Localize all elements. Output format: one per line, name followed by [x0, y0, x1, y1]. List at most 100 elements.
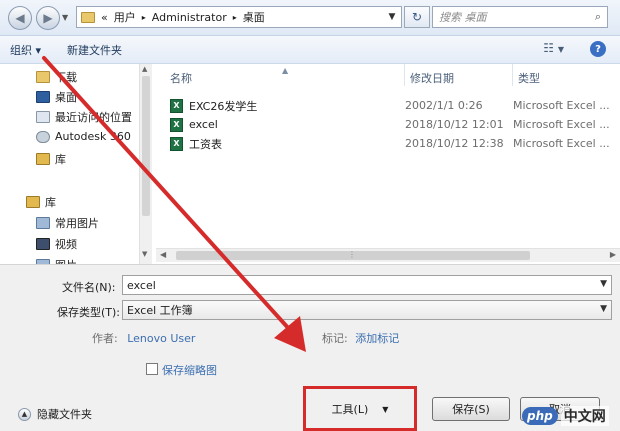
nav-item-recent-places[interactable]: 最近访问的位置: [36, 109, 132, 125]
scroll-thumb[interactable]: [142, 76, 150, 216]
change-view-button[interactable]: ☷ ▼: [543, 41, 564, 55]
file-list-horizontal-scrollbar[interactable]: ◀ ⋮ ▶: [156, 248, 620, 262]
breadcrumb-administrator[interactable]: Administrator: [152, 11, 227, 24]
file-name: excel: [189, 118, 218, 131]
autodesk-cloud-icon: [36, 130, 50, 143]
file-date: 2018/10/12 12:38: [405, 137, 504, 150]
save-button[interactable]: 保存(S): [432, 397, 510, 421]
scroll-right-icon[interactable]: ▶: [610, 250, 616, 259]
folder-icon: [81, 11, 95, 23]
author-value[interactable]: Lenovo User: [127, 332, 195, 345]
file-type: Microsoft Excel ...: [513, 99, 610, 112]
nav-pane-scrollbar[interactable]: ▲ ▼: [139, 64, 152, 264]
back-button[interactable]: ◀: [8, 6, 32, 30]
view-dropdown-icon: ▼: [557, 45, 564, 54]
back-arrow-icon: ◀: [15, 11, 25, 25]
search-placeholder: 搜索 桌面: [439, 11, 487, 24]
collapse-chevron-icon: ▲: [18, 407, 31, 421]
nav-item-videos[interactable]: 视频: [36, 236, 77, 252]
column-header-date[interactable]: 修改日期: [410, 70, 454, 86]
breadcrumb-users[interactable]: 用户: [114, 9, 136, 25]
nav-item-library[interactable]: 库: [36, 151, 66, 167]
filename-label: 文件名(N):: [62, 281, 116, 294]
filetype-dropdown-icon[interactable]: ▼: [600, 304, 607, 314]
file-date: 2002/1/1 0:26: [405, 99, 483, 112]
pictures-icon: [36, 217, 50, 229]
excel-file-icon: X: [170, 98, 183, 113]
desktop-icon: [36, 91, 50, 103]
view-list-icon: ☷: [543, 41, 555, 55]
save-thumbnail-label[interactable]: 保存缩略图: [162, 362, 217, 378]
filetype-select[interactable]: Excel 工作簿 ▼: [122, 300, 612, 320]
nav-group-libraries[interactable]: 库: [26, 194, 56, 210]
file-type: Microsoft Excel ...: [513, 118, 610, 131]
recent-places-icon: [36, 111, 50, 123]
author-field: 作者: Lenovo User: [92, 330, 195, 346]
file-list: 名称 修改日期 类型: [156, 64, 620, 264]
file-type: Microsoft Excel ...: [513, 137, 610, 150]
column-header-type[interactable]: 类型: [518, 70, 540, 86]
excel-file-icon: X: [170, 117, 183, 132]
scroll-down-icon[interactable]: ▼: [142, 250, 147, 258]
nav-group-label: 库: [45, 196, 56, 209]
forward-button[interactable]: ▶: [36, 6, 60, 30]
refresh-button[interactable]: ↻: [404, 6, 430, 28]
column-divider[interactable]: [512, 64, 513, 86]
breadcrumb-desktop[interactable]: 桌面: [243, 9, 265, 25]
hide-folders-label: 隐藏文件夹: [37, 408, 92, 421]
breadcrumb-separator-icon[interactable]: ▸: [142, 13, 146, 22]
scroll-up-icon[interactable]: ▲: [142, 65, 147, 73]
file-name: 工资表: [189, 137, 222, 151]
save-thumbnail-checkbox[interactable]: [146, 363, 158, 375]
filename-value: excel: [127, 278, 156, 292]
new-folder-button[interactable]: 新建文件夹: [51, 36, 132, 63]
video-icon: [36, 238, 50, 250]
command-toolbar: 组织 ▾ 新建文件夹: [0, 36, 620, 64]
nav-item-label: 最近访问的位置: [55, 111, 132, 124]
file-row[interactable]: X EXC26发学生 2002/1/1 0:26 Microsoft Excel…: [170, 96, 620, 115]
breadcrumb-overflow[interactable]: «: [101, 11, 108, 24]
scroll-left-icon[interactable]: ◀: [160, 250, 166, 259]
address-input[interactable]: « 用户 ▸ Administrator ▸ 桌面: [76, 6, 402, 28]
watermark-text: 中文网: [560, 405, 609, 426]
excel-file-icon: X: [170, 136, 183, 151]
address-dropdown-icon[interactable]: ▼: [384, 7, 400, 27]
breadcrumb-separator-icon[interactable]: ▸: [233, 13, 237, 22]
watermark-logo: php: [522, 406, 558, 425]
column-divider[interactable]: [404, 64, 405, 86]
nav-item-label: Autodesk 360: [55, 130, 131, 143]
sort-ascending-icon: ▲: [282, 66, 289, 75]
author-label: 作者:: [92, 332, 118, 345]
file-name: EXC26发学生: [189, 99, 258, 113]
tags-field: 标记: 添加标记: [322, 330, 399, 346]
scroll-grip-icon: ⋮: [348, 250, 356, 259]
site-watermark: php 中文网: [522, 400, 620, 431]
nav-item-downloads[interactable]: 下载: [36, 69, 77, 85]
library-icon: [36, 153, 50, 165]
file-row[interactable]: X excel 2018/10/12 12:01 Microsoft Excel…: [170, 115, 620, 134]
annotation-highlight-box: [303, 386, 417, 431]
nav-item-common-pictures[interactable]: 常用图片: [36, 215, 99, 231]
file-date: 2018/10/12 12:01: [405, 118, 504, 131]
help-button[interactable]: ?: [590, 41, 606, 57]
column-header-name[interactable]: 名称: [170, 70, 192, 86]
libraries-icon: [26, 196, 40, 208]
filetype-label: 保存类型(T):: [57, 306, 121, 319]
file-row[interactable]: X 工资表 2018/10/12 12:38 Microsoft Excel .…: [170, 134, 620, 153]
hide-folders-button[interactable]: ▲ 隐藏文件夹: [18, 406, 92, 422]
address-bar-area: ◀ ▶ ▼ « 用户 ▸ Administrator ▸ 桌面 ▼ ↻ 搜索 桌…: [0, 0, 620, 36]
nav-item-pictures[interactable]: 图片: [36, 257, 77, 264]
nav-item-desktop[interactable]: 桌面: [36, 89, 77, 105]
filename-dropdown-icon[interactable]: ▼: [600, 279, 607, 289]
nav-item-label: 桌面: [55, 91, 77, 104]
tags-label: 标记:: [322, 332, 348, 345]
organize-button[interactable]: 组织 ▾: [0, 36, 51, 63]
add-tags-link[interactable]: 添加标记: [355, 332, 399, 345]
search-input[interactable]: 搜索 桌面 ⌕: [432, 6, 608, 28]
nav-item-autodesk-360[interactable]: Autodesk 360: [36, 130, 131, 143]
filetype-value: Excel 工作簿: [127, 304, 193, 317]
recent-pages-dropdown-icon[interactable]: ▼: [62, 13, 68, 22]
filename-input[interactable]: excel ▼: [122, 275, 612, 295]
nav-item-label: 视频: [55, 238, 77, 251]
nav-item-label: 常用图片: [55, 217, 99, 230]
